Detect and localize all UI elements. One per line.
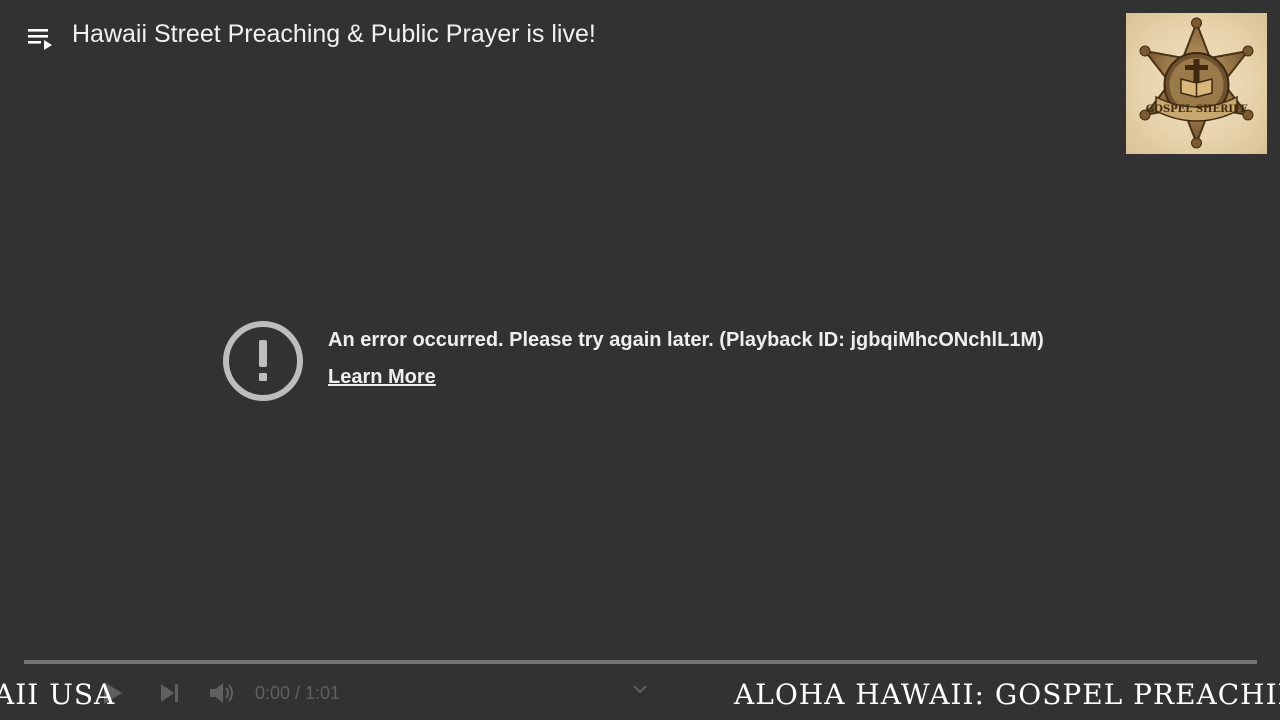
ticker-text-left: AII USA: [0, 678, 116, 711]
channel-logo[interactable]: GOSPEL SHERIFF: [1126, 13, 1267, 154]
volume-icon[interactable]: [208, 680, 236, 711]
playlist-icon[interactable]: [26, 24, 56, 54]
ticker-text-right: ALOHA HAWAII: GOSPEL PREACHING FR: [734, 678, 1280, 711]
video-title[interactable]: Hawaii Street Preaching & Public Prayer …: [72, 20, 596, 49]
error-message: An error occurred. Please try again late…: [328, 329, 1044, 351]
exclamation-circle-icon: [222, 320, 304, 402]
video-player: Hawaii Street Preaching & Public Prayer …: [0, 0, 1280, 720]
learn-more-link[interactable]: Learn More: [328, 366, 436, 389]
time-display: 0:00 / 1:01: [255, 683, 341, 703]
chevron-down-icon[interactable]: [632, 682, 648, 700]
progress-bar[interactable]: [24, 660, 1257, 664]
sheriff-star-badge-icon: GOSPEL SHERIFF: [1139, 17, 1254, 149]
next-icon[interactable]: [158, 680, 182, 711]
badge-text: GOSPEL SHERIFF: [1146, 104, 1248, 115]
